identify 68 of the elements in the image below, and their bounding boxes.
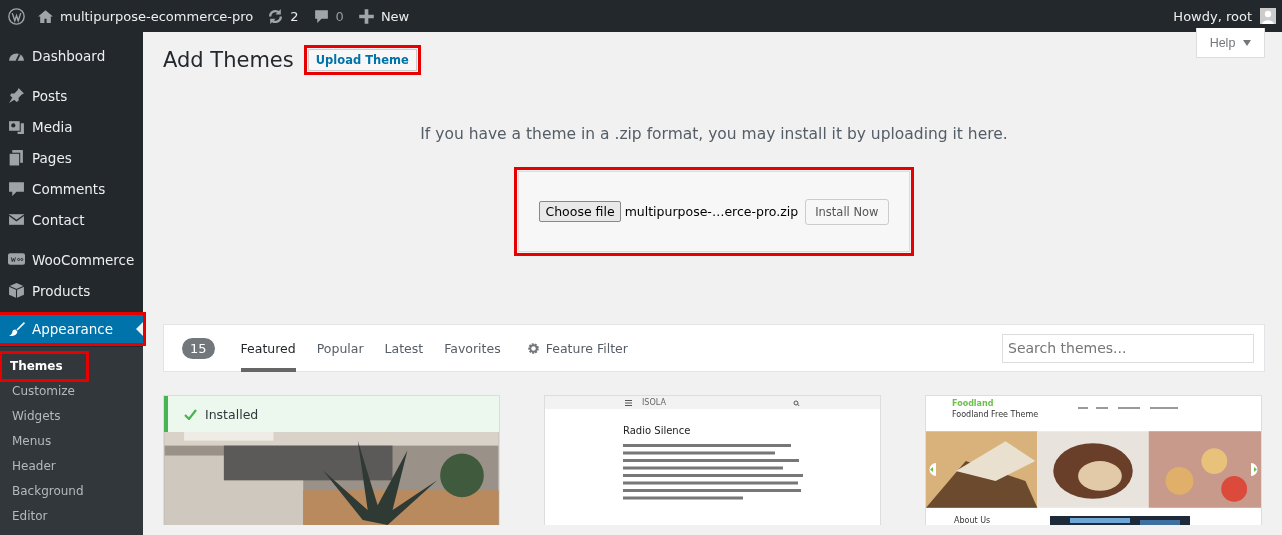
filter-tab[interactable]: Featured — [240, 324, 296, 372]
sidebar-item[interactable]: Posts — [0, 80, 143, 111]
installed-banner: Installed — [164, 396, 499, 432]
theme-card[interactable]: ISOLA Radio Silence — [544, 395, 881, 525]
site-link[interactable]: multipurpose-ecommerce-pro — [37, 7, 254, 25]
sidebar-item[interactable]: WooCommerce — [0, 244, 143, 275]
sidebar-item[interactable]: Dashboard — [0, 40, 143, 71]
refresh-icon — [267, 7, 285, 25]
photo-icon — [8, 118, 25, 135]
wordpress-logo-icon[interactable] — [8, 7, 25, 25]
store-icon — [8, 251, 25, 268]
site-name: multipurpose-ecommerce-pro — [60, 8, 254, 24]
gear-icon — [526, 341, 540, 355]
comment-icon — [8, 180, 25, 197]
avatar-icon — [1260, 8, 1276, 24]
menu-icon — [625, 399, 632, 406]
submenu-item[interactable]: Menus — [2, 429, 52, 454]
sidebar-item[interactable]: Pages — [0, 142, 143, 173]
page-title: Add Themes — [163, 48, 294, 72]
sidebar-item[interactable]: Appearance — [0, 315, 143, 343]
brush-icon — [8, 320, 25, 338]
theme-card[interactable]: Foodland Foodland Free Theme About Us — [925, 395, 1262, 525]
check-icon — [184, 408, 197, 420]
caret-icon — [1243, 39, 1252, 46]
filter-tab[interactable]: Latest — [384, 324, 424, 372]
new-label: New — [380, 8, 410, 24]
help-tab[interactable]: Help — [1196, 28, 1265, 58]
filter-tab[interactable]: Popular — [316, 324, 364, 372]
submenu-item[interactable]: Header — [2, 454, 56, 479]
submenu-item[interactable]: Editor — [2, 504, 48, 529]
comments-link[interactable]: 0 — [312, 7, 344, 25]
file-name: multipurpose-…erce-pro.zip — [624, 204, 799, 219]
submenu-item[interactable]: Customize — [2, 379, 75, 404]
theme-card[interactable]: Installed — [163, 395, 500, 525]
preview-post-title: Radio Silence — [623, 425, 692, 436]
preview-site-name: ISOLA — [642, 398, 667, 407]
sidebar-item[interactable]: Media — [0, 111, 143, 142]
preview-tagline: Foodland Free Theme — [952, 410, 1039, 419]
new-link[interactable]: New — [357, 7, 410, 25]
plus-icon — [357, 7, 375, 25]
envelope-icon — [8, 211, 25, 228]
comment-count: 0 — [335, 8, 344, 24]
feature-filter-link[interactable]: Feature Filter — [526, 340, 628, 356]
arrow-left-icon — [926, 463, 936, 476]
home-icon — [37, 7, 54, 25]
preview-heading: About Us — [954, 516, 991, 525]
box-icon — [8, 282, 25, 299]
theme-count: 15 — [182, 337, 215, 359]
search-icon — [793, 399, 800, 406]
upload-theme-button[interactable]: Upload Theme — [307, 49, 417, 71]
submenu-item[interactable]: Themes — [2, 354, 86, 379]
sidebar-item[interactable]: Products — [0, 275, 143, 306]
install-now-button[interactable]: Install Now — [805, 198, 889, 225]
pages-icon — [8, 149, 25, 166]
submenu-item[interactable]: Widgets — [2, 404, 61, 429]
submenu-item[interactable]: Background — [2, 479, 84, 504]
update-count: 2 — [290, 8, 299, 24]
sidebar-item[interactable]: Comments — [0, 173, 143, 204]
greeting[interactable]: Howdy, root — [1173, 8, 1252, 24]
pin-icon — [8, 87, 25, 104]
choose-file-button[interactable]: Choose file — [539, 201, 621, 222]
comment-icon — [312, 7, 330, 25]
sidebar-item[interactable]: Contact — [0, 204, 143, 235]
filter-tab[interactable]: Favorites — [444, 324, 501, 372]
preview-site-name: Foodland — [952, 399, 995, 408]
updates-link[interactable]: 2 — [267, 7, 299, 25]
search-field[interactable]: Search themes... — [1002, 333, 1254, 363]
upload-instructions: If you have a theme in a .zip format, you may install it by uploading it here. — [419, 125, 1009, 143]
